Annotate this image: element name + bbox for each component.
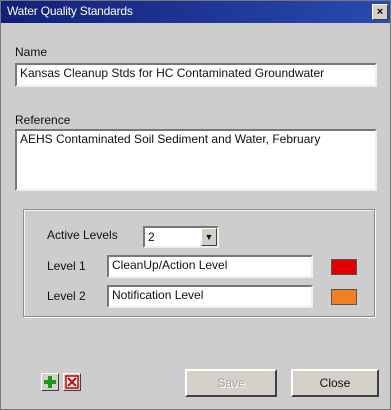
active-levels-value: 2 [148, 230, 155, 244]
level-2-label: Level 2 [47, 289, 86, 303]
name-field[interactable]: Kansas Cleanup Stds for HC Contaminated … [15, 63, 377, 87]
chevron-down-icon[interactable]: ▼ [201, 228, 217, 246]
active-levels-select[interactable]: 2 ▼ [143, 226, 219, 248]
active-levels-label: Active Levels [47, 228, 118, 242]
delete-level-button[interactable] [63, 373, 81, 391]
window-title: Water Quality Standards [7, 4, 133, 18]
close-window-icon[interactable]: × [372, 4, 388, 20]
title-bar[interactable]: Water Quality Standards × [1, 1, 390, 23]
name-label: Name [15, 45, 48, 59]
level-1-color-swatch[interactable] [331, 259, 357, 275]
add-level-button[interactable] [41, 373, 59, 391]
close-button[interactable]: Close [291, 369, 379, 397]
level-2-field[interactable]: Notification Level [107, 285, 313, 308]
level-1-label: Level 1 [47, 259, 86, 273]
level-2-color-swatch[interactable] [331, 289, 357, 305]
delete-icon [65, 375, 79, 389]
plus-icon [44, 376, 56, 388]
save-button[interactable]: Save [185, 369, 277, 397]
level-1-field[interactable]: CleanUp/Action Level [107, 255, 313, 278]
reference-field[interactable]: AEHS Contaminated Soil Sediment and Wate… [15, 129, 377, 191]
reference-label: Reference [15, 113, 71, 127]
dialog-window: Water Quality Standards × Name Kansas Cl… [0, 0, 391, 410]
